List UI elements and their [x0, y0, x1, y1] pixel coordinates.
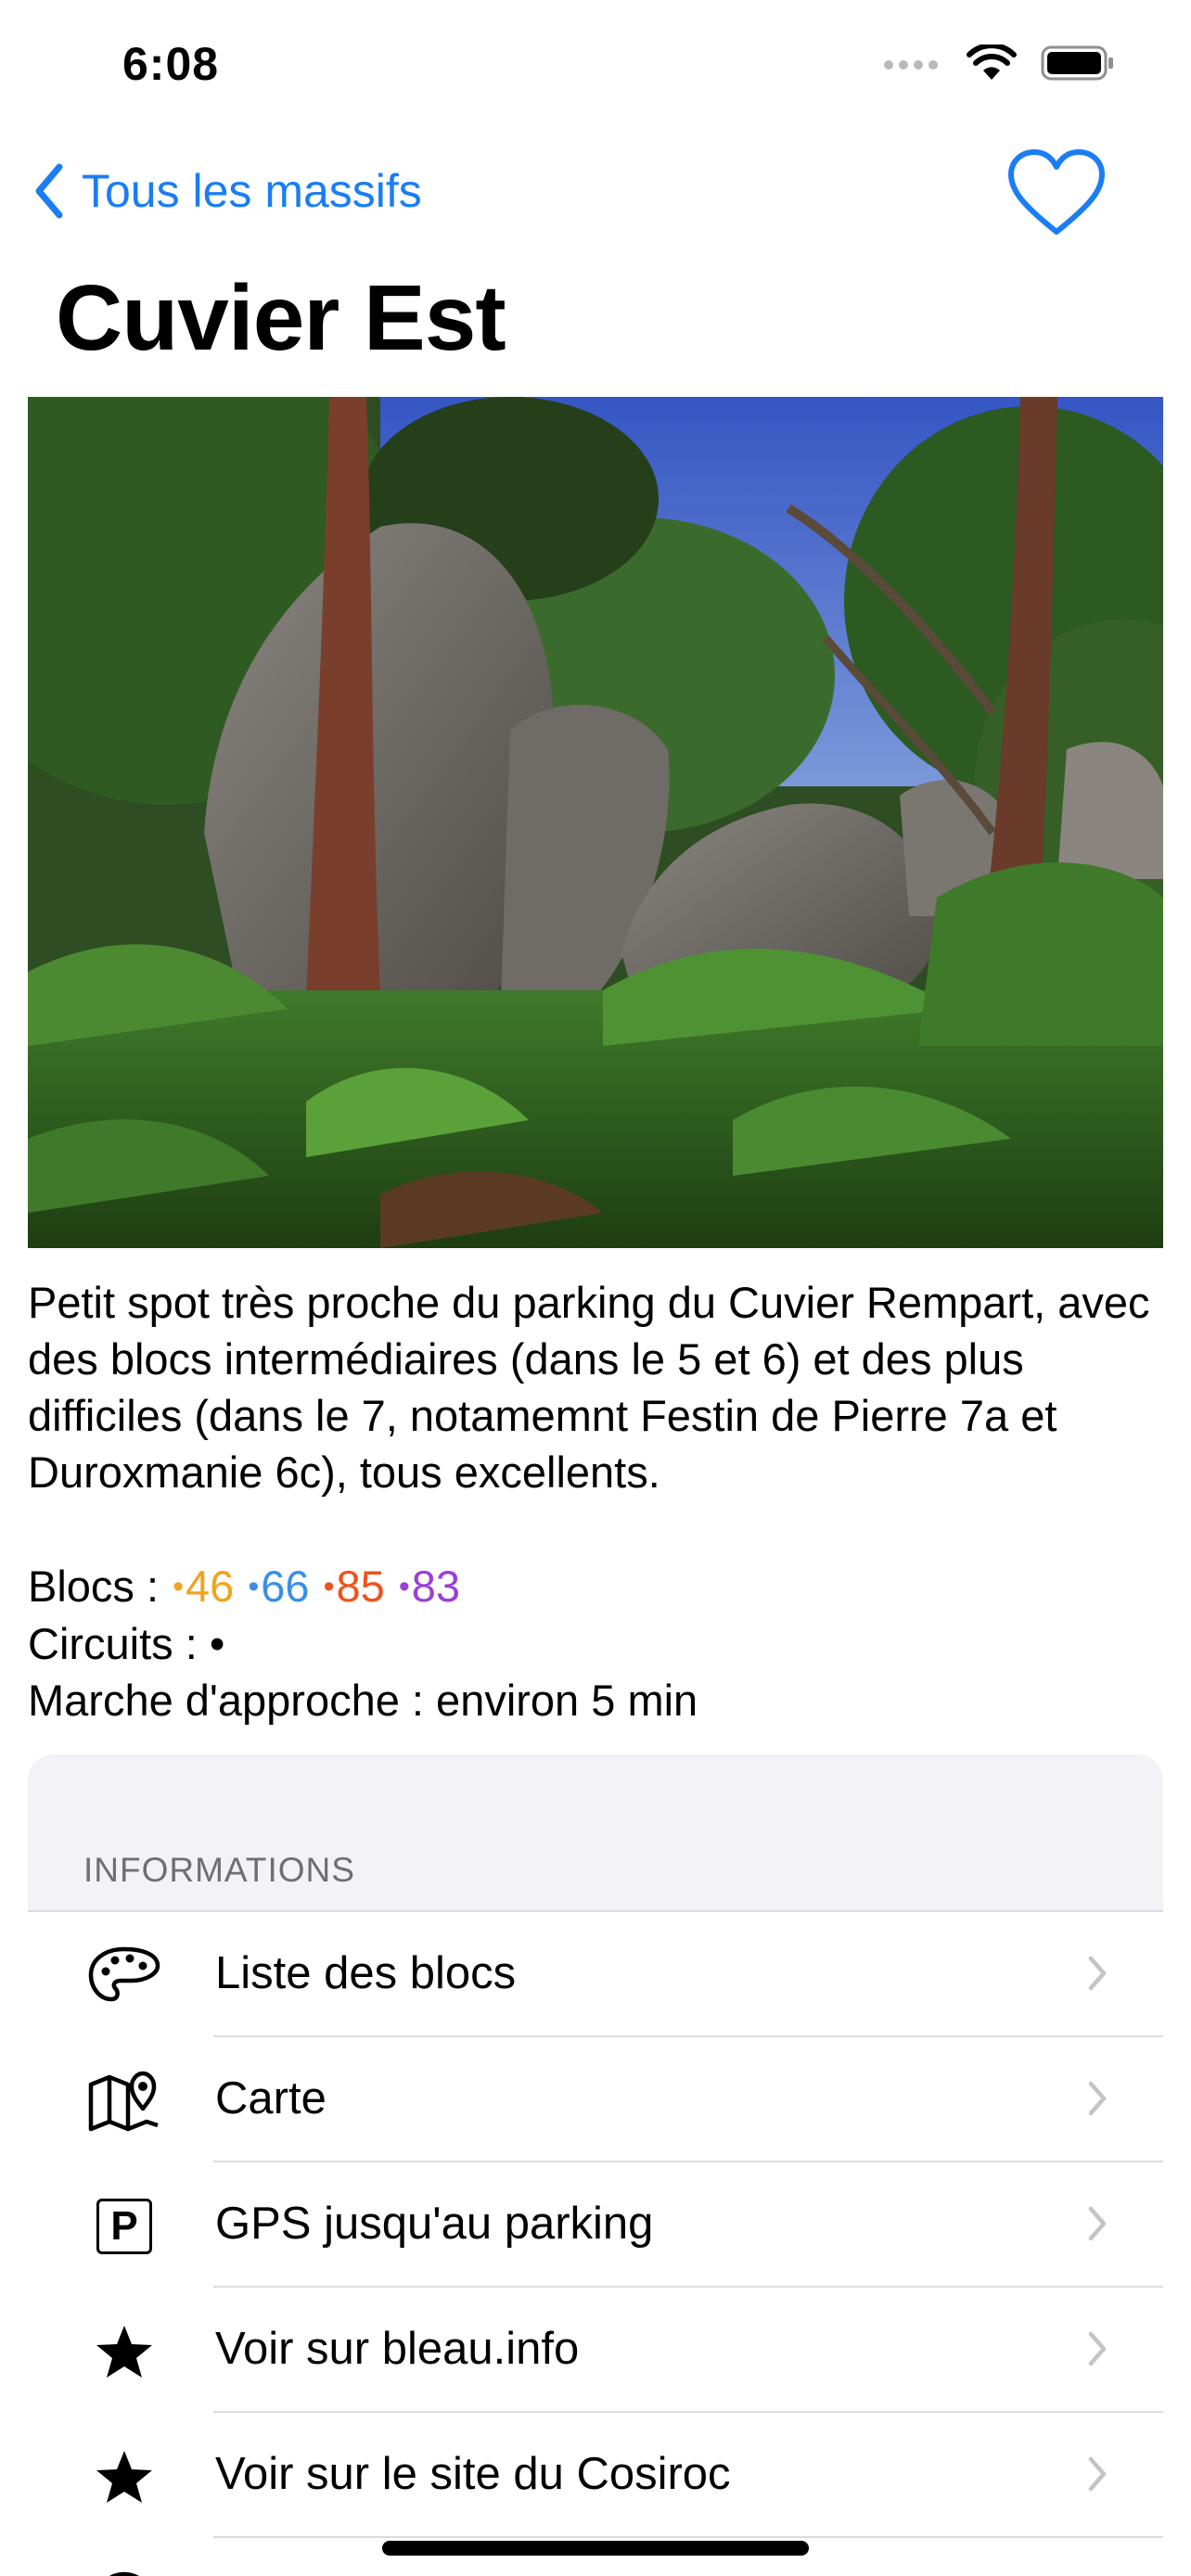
bloc-dot-red: • — [323, 1569, 335, 1604]
row-cosiroc[interactable]: Voir sur le site du Cosiroc — [28, 2413, 1163, 2538]
circuits-line: Circuits : • — [28, 1615, 1169, 1672]
home-indicator — [382, 2541, 809, 2556]
screen: 6:08 Tous les massifs Cuvier Est Petit s… — [0, 0, 1191, 2576]
bloc-dot-purple: • — [398, 1569, 410, 1604]
info-section: INFORMATIONS Liste des blocs Carte P GPS… — [28, 1754, 1163, 2576]
bloc-count-orange: 46 — [186, 1562, 235, 1611]
parking-icon-letter: P — [96, 2199, 152, 2254]
status-bar: 6:08 — [0, 0, 1191, 130]
star-icon — [87, 2446, 161, 2507]
hero-photo — [28, 397, 1163, 1248]
page-title: Cuvier Est — [56, 266, 506, 370]
row-label: Carte — [215, 2073, 327, 2123]
bloc-dot-blue: • — [248, 1569, 260, 1604]
chevron-left-icon — [35, 163, 63, 219]
circle-icon — [87, 2571, 161, 2576]
chevron-right-icon — [1087, 2330, 1108, 2372]
area-description: Petit spot très proche du parking du Cuv… — [28, 1278, 1150, 1497]
section-header: INFORMATIONS — [83, 1851, 355, 1889]
back-button[interactable]: Tous les massifs — [33, 163, 422, 219]
boulders-photo — [28, 397, 1163, 1248]
circuits-value: • — [209, 1619, 225, 1668]
approach-line: Marche d'approche : environ 5 min — [28, 1676, 698, 1725]
favorite-button[interactable] — [1005, 147, 1108, 244]
row-label: Liste des blocs — [215, 1948, 517, 1998]
bloc-dot-orange: • — [173, 1569, 185, 1604]
chevron-right-icon — [1087, 2080, 1108, 2122]
blocs-line: Blocs : •46 •66 •85 •83 — [28, 1558, 1169, 1615]
battery-icon — [1041, 45, 1113, 81]
info-list: Liste des blocs Carte P GPS jusqu'au par… — [28, 1910, 1163, 2576]
blocs-label: Blocs : — [28, 1562, 172, 1611]
status-time: 6:08 — [122, 38, 220, 90]
parking-icon: P — [87, 2196, 161, 2257]
circuits-label: Circuits : — [28, 1619, 210, 1668]
area-stats: Blocs : •46 •66 •85 •83 Circuits : • Mar… — [28, 1558, 1169, 1728]
row-gps-parking[interactable]: P GPS jusqu'au parking — [28, 2162, 1163, 2288]
row-label: GPS jusqu'au parking — [215, 2199, 654, 2249]
heart-icon — [1008, 149, 1105, 235]
wifi-icon — [967, 45, 1017, 80]
star-icon — [87, 2321, 161, 2382]
cellular-signal-icon — [884, 60, 938, 70]
chevron-right-icon — [1087, 2455, 1108, 2497]
bloc-count-purple: 83 — [411, 1562, 461, 1611]
bloc-count-blue: 66 — [261, 1562, 310, 1611]
row-liste-des-blocs[interactable]: Liste des blocs — [28, 1912, 1163, 2037]
status-icons — [883, 45, 1115, 82]
map-icon — [87, 2071, 161, 2132]
back-button-label: Tous les massifs — [82, 165, 422, 217]
chevron-right-icon — [1087, 1955, 1108, 1996]
palette-icon — [87, 1945, 161, 2007]
bloc-count-red: 85 — [336, 1562, 385, 1611]
chevron-right-icon — [1087, 2205, 1108, 2247]
row-label: Voir sur bleau.info — [215, 2324, 580, 2374]
row-bleau-info[interactable]: Voir sur bleau.info — [28, 2288, 1163, 2413]
row-label: Voir sur le site du Cosiroc — [215, 2449, 731, 2499]
row-carte[interactable]: Carte — [28, 2037, 1163, 2162]
